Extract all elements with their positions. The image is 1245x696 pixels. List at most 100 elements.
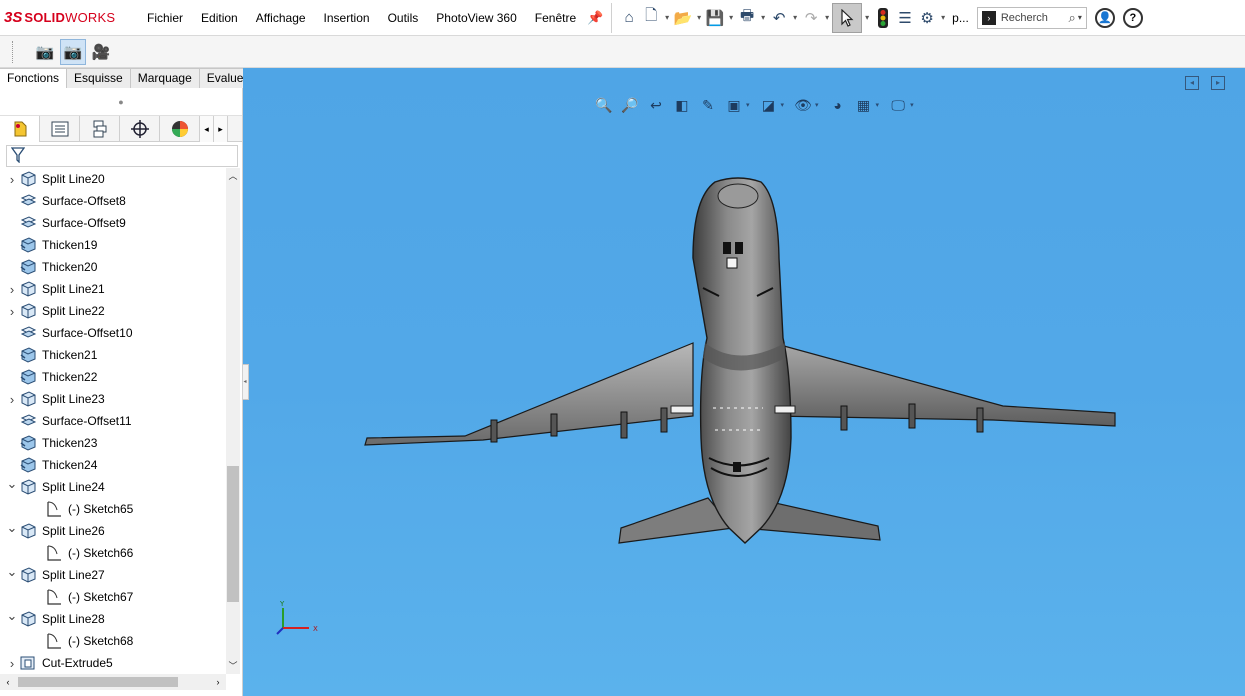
chevron-down-icon[interactable]: ▾: [876, 101, 880, 109]
graphics-area[interactable]: ◂ ◂ ▸ 🔍 🔎 ↩ ◧ ✎ ▣ ▾ ◪ ▾ 👁 ▾ ◕ ▦ ▾ 🖵 ▾ Y …: [243, 68, 1245, 696]
search-box[interactable]: › Recherch ⌕ ▾: [976, 6, 1087, 29]
menu-affichage[interactable]: Affichage: [247, 0, 315, 36]
tree-item[interactable]: › Split Line23: [6, 388, 105, 410]
render-output-icon[interactable]: 🎥: [88, 39, 114, 65]
camera-icon[interactable]: 📷: [32, 39, 58, 65]
chevron-right-icon[interactable]: ›: [6, 172, 18, 187]
tab-scroll-right-icon[interactable]: ▸: [214, 116, 228, 142]
panel-collapse-handle[interactable]: ◂: [243, 364, 249, 400]
file-properties-icon[interactable]: ☰: [894, 5, 916, 31]
chevron-down-icon[interactable]: ⌄: [6, 608, 18, 624]
view-orientation-icon[interactable]: ▣: [723, 94, 745, 116]
tree-item[interactable]: (-) Sketch65: [44, 498, 133, 520]
redo-icon[interactable]: ↷: [800, 5, 822, 31]
tree-item[interactable]: › Split Line20: [6, 168, 105, 190]
section-view-icon[interactable]: ◧: [671, 94, 693, 116]
tree-item[interactable]: Thicken20: [6, 256, 97, 278]
tree-item[interactable]: Thicken23: [6, 432, 97, 454]
tree-item[interactable]: Surface-Offset8: [6, 190, 126, 212]
search-icon[interactable]: ⌕: [1069, 10, 1076, 26]
menu-insertion[interactable]: Insertion: [315, 0, 379, 36]
render-camera-icon[interactable]: 📷: [60, 38, 86, 65]
user-account-icon[interactable]: 👤: [1094, 7, 1115, 28]
featuremanager-tab-icon[interactable]: [0, 116, 40, 142]
tree-item[interactable]: Surface-Offset11: [6, 410, 132, 432]
tree-item[interactable]: ⌄ Split Line28: [6, 608, 105, 630]
chevron-right-icon[interactable]: ›: [6, 304, 18, 319]
panel-splitter[interactable]: ●: [0, 88, 242, 116]
chevron-down-icon[interactable]: ⌄: [6, 520, 18, 536]
solidworks-logo[interactable]: 3S SOLIDWORKS: [4, 9, 134, 26]
vertical-scrollbar[interactable]: ︿ ﹀: [226, 168, 240, 674]
task-pane-expand-icon[interactable]: ▸: [1211, 76, 1225, 90]
scroll-up-icon[interactable]: ︿: [226, 168, 240, 184]
search-input[interactable]: Recherch: [1001, 12, 1048, 24]
chevron-down-icon[interactable]: ▾: [822, 13, 832, 22]
display-style-icon[interactable]: ◪: [758, 94, 780, 116]
chevron-right-icon[interactable]: ›: [6, 282, 18, 297]
chevron-down-icon[interactable]: ▾: [726, 13, 736, 22]
hide-show-items-icon[interactable]: 👁: [792, 94, 814, 116]
chevron-down-icon[interactable]: ▾: [790, 13, 800, 22]
menu-edition[interactable]: Edition: [192, 0, 247, 36]
tree-item[interactable]: Thicken21: [6, 344, 97, 366]
tree-item[interactable]: › Split Line22: [6, 300, 105, 322]
chevron-down-icon[interactable]: ▾: [938, 13, 948, 22]
tab-fonctions[interactable]: Fonctions: [0, 68, 68, 88]
help-icon[interactable]: ?: [1122, 7, 1143, 28]
scroll-down-icon[interactable]: ﹀: [226, 658, 240, 674]
tab-marquage[interactable]: Marquage: [130, 68, 200, 88]
new-document-icon[interactable]: 🗋: [640, 5, 662, 31]
dynamic-annotation-icon[interactable]: ✎: [697, 94, 719, 116]
tree-item[interactable]: (-) Sketch68: [44, 630, 133, 652]
tab-scroll-left-icon[interactable]: ◂: [200, 116, 214, 142]
save-icon[interactable]: 💾: [704, 5, 726, 31]
chevron-down-icon[interactable]: ⌄: [6, 564, 18, 580]
tree-item[interactable]: (-) Sketch67: [44, 586, 133, 608]
tree-item[interactable]: Thicken24: [6, 454, 97, 476]
zoom-to-fit-icon[interactable]: 🔍: [593, 94, 615, 116]
tree-item[interactable]: › Cut-Extrude5: [6, 652, 113, 674]
chevron-down-icon[interactable]: ▾: [910, 101, 914, 109]
scrollbar-thumb[interactable]: [18, 677, 178, 687]
tree-item[interactable]: (-) Sketch66: [44, 542, 133, 564]
tree-filter-input[interactable]: [6, 145, 238, 167]
tree-item[interactable]: Surface-Offset10: [6, 322, 133, 344]
tab-esquisse[interactable]: Esquisse: [67, 68, 131, 88]
previous-view-icon[interactable]: ↩: [645, 94, 667, 116]
tree-item[interactable]: ⌄ Split Line26: [6, 520, 105, 542]
chevron-right-icon[interactable]: ›: [6, 656, 18, 671]
menu-outils[interactable]: Outils: [379, 0, 428, 36]
menu-photoview-360[interactable]: PhotoView 360: [427, 0, 526, 36]
open-folder-icon[interactable]: 📂: [672, 5, 694, 31]
scroll-right-icon[interactable]: ›: [210, 674, 226, 690]
gear-icon[interactable]: ⚙: [916, 5, 938, 31]
edit-appearance-icon[interactable]: ◕: [827, 94, 849, 116]
print-icon[interactable]: 🖶: [736, 5, 758, 31]
chevron-down-icon[interactable]: ▾: [815, 101, 819, 109]
chevron-down-icon[interactable]: ▾: [662, 13, 672, 22]
tree-item[interactable]: Surface-Offset9: [6, 212, 126, 234]
home-icon[interactable]: ⌂: [618, 5, 640, 31]
tree-item[interactable]: ⌄ Split Line27: [6, 564, 105, 586]
select-cursor-icon[interactable]: [832, 2, 863, 33]
menu-fichier[interactable]: Fichier: [138, 0, 192, 36]
scroll-left-icon[interactable]: ‹: [0, 674, 16, 690]
chevron-down-icon[interactable]: ▾: [694, 13, 704, 22]
configurationmanager-tab-icon[interactable]: [80, 116, 120, 142]
tree-item[interactable]: ⌄ Split Line24: [6, 476, 105, 498]
pin-icon[interactable]: 📌: [585, 10, 605, 26]
chevron-down-icon[interactable]: ⌄: [6, 476, 18, 492]
chevron-down-icon[interactable]: ▾: [1078, 13, 1082, 22]
airplane-model[interactable]: [353, 168, 1133, 588]
undo-icon[interactable]: ↶: [768, 5, 790, 31]
apply-scene-icon[interactable]: ▦: [853, 94, 875, 116]
chevron-right-icon[interactable]: ›: [6, 392, 18, 407]
dimxpert-tab-icon[interactable]: [120, 116, 160, 142]
display-manager-tab-icon[interactable]: [160, 116, 200, 142]
chevron-down-icon[interactable]: ▾: [862, 13, 872, 22]
chevron-down-icon[interactable]: ▾: [781, 101, 785, 109]
chevron-down-icon[interactable]: ▾: [758, 13, 768, 22]
zoom-to-area-icon[interactable]: 🔎: [619, 94, 641, 116]
user-menu[interactable]: p...: [952, 11, 969, 25]
